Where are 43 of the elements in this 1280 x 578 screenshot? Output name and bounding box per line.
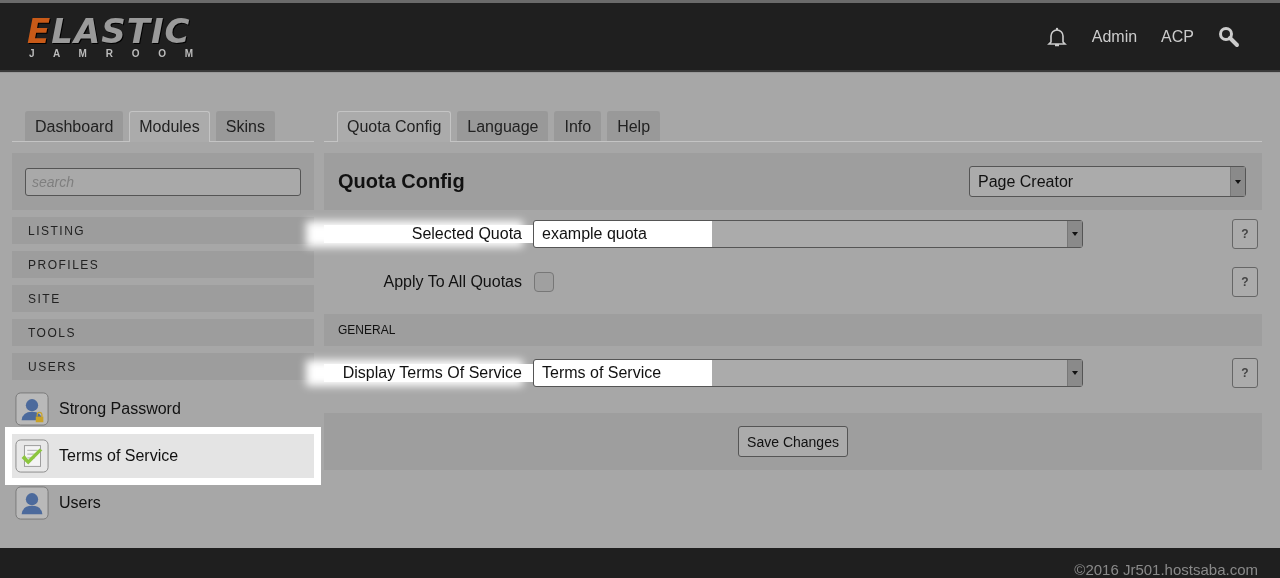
- section-header[interactable]: SITE: [12, 285, 314, 312]
- section-header[interactable]: TOOLS: [12, 319, 314, 346]
- module-item[interactable]: Users: [12, 481, 314, 525]
- copyright-text: ©2016 Jr501.hostsaba.com: [1074, 561, 1258, 578]
- tab[interactable]: Help: [607, 111, 661, 141]
- bell-icon[interactable]: [1045, 25, 1068, 48]
- caret-icon: [1072, 232, 1078, 236]
- nav-link[interactable]: Admin: [1091, 27, 1138, 46]
- field-label: Selected Quota: [324, 225, 533, 243]
- tab[interactable]: Modules: [129, 111, 210, 142]
- checkbox[interactable]: [534, 272, 554, 292]
- save-button[interactable]: Save Changes: [738, 426, 848, 457]
- module-label: Users: [59, 494, 101, 512]
- select-field[interactable]: example quota: [533, 220, 1083, 248]
- document-check-icon: [15, 439, 49, 473]
- logo-wordmark[interactable]: ELASTIC: [27, 14, 191, 48]
- tab[interactable]: Quota Config: [337, 111, 452, 142]
- module-label: Strong Password: [59, 400, 181, 418]
- tab[interactable]: Skins: [215, 111, 275, 141]
- section-header[interactable]: PROFILES: [12, 251, 314, 278]
- tab[interactable]: Info: [554, 111, 602, 141]
- caret-icon: [1072, 371, 1078, 375]
- help-button[interactable]: ?: [1232, 219, 1258, 249]
- section-header[interactable]: LISTING: [12, 217, 314, 244]
- caret-icon: [1235, 179, 1241, 184]
- module-label: Terms of Service: [59, 447, 179, 465]
- logo-subtitle: J A M R O O M: [29, 48, 202, 59]
- tab[interactable]: Language: [457, 111, 549, 141]
- tab[interactable]: Dashboard: [25, 111, 124, 141]
- help-button[interactable]: ?: [1232, 267, 1258, 297]
- panel-title: Quota Config: [338, 170, 465, 193]
- select-field[interactable]: Terms of Service: [533, 359, 1083, 387]
- section-header[interactable]: USERS: [12, 353, 314, 380]
- field-label: Apply To All Quotas: [382, 273, 523, 291]
- search-icon[interactable]: [1218, 25, 1240, 48]
- user-icon: [15, 486, 49, 520]
- section-header: GENERAL: [324, 314, 1262, 346]
- module-item[interactable]: Strong Password: [12, 387, 314, 431]
- module-select[interactable]: Page Creator: [969, 166, 1246, 197]
- nav-link[interactable]: ACP: [1161, 27, 1194, 46]
- help-button[interactable]: ?: [1232, 358, 1258, 388]
- user-lock-icon: [15, 392, 49, 426]
- field-label: Display Terms Of Service: [324, 364, 533, 382]
